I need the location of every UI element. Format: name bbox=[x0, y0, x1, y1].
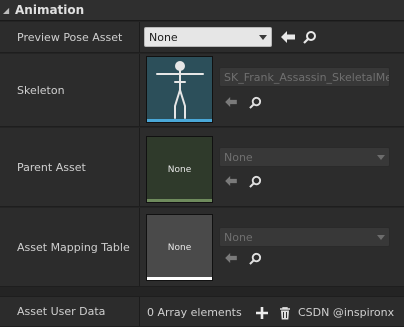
browse-magnifier-icon[interactable] bbox=[247, 94, 263, 110]
details-panel: ◢ Animation Preview Pose Asset None Skel… bbox=[0, 0, 404, 327]
chevron-down-icon bbox=[377, 155, 385, 160]
browse-magnifier-icon[interactable] bbox=[247, 173, 263, 189]
mapping-table-thumbnail[interactable]: None bbox=[146, 214, 213, 281]
parent-asset-label: Parent Asset bbox=[17, 160, 86, 174]
skeleton-row: Skeleton SK_Frank_Assassin_SkeletalMe bbox=[0, 54, 404, 127]
use-selected-arrow-icon[interactable] bbox=[223, 173, 239, 189]
use-selected-arrow-icon[interactable] bbox=[223, 94, 239, 110]
preview-pose-label: Preview Pose Asset bbox=[17, 30, 123, 44]
use-selected-arrow-icon[interactable] bbox=[280, 29, 296, 45]
section-title: Animation bbox=[15, 3, 85, 17]
watermark-text: CSDN @inspironx bbox=[298, 306, 395, 319]
column-divider[interactable] bbox=[139, 297, 140, 326]
array-count: 0 Array elements bbox=[147, 306, 242, 319]
add-plus-icon[interactable] bbox=[254, 305, 270, 321]
mapping-table-thumb-text: None bbox=[167, 242, 192, 253]
skeleton-figure-icon bbox=[155, 60, 204, 119]
chevron-down-icon bbox=[377, 235, 385, 240]
column-divider[interactable] bbox=[139, 54, 140, 126]
user-data-label: Asset User Data bbox=[17, 305, 106, 318]
mapping-table-combo[interactable]: None bbox=[219, 227, 390, 247]
parent-asset-thumbnail[interactable]: None bbox=[146, 136, 213, 203]
asset-type-bar bbox=[147, 277, 212, 280]
skeleton-combo[interactable]: SK_Frank_Assassin_SkeletalMe bbox=[219, 67, 390, 87]
chevron-down-icon bbox=[259, 35, 267, 40]
user-data-row: Asset User Data 0 Array elements CSDN @i… bbox=[0, 296, 404, 327]
skeleton-thumbnail[interactable] bbox=[146, 56, 213, 123]
column-divider[interactable] bbox=[139, 128, 140, 206]
preview-pose-combo[interactable]: None bbox=[144, 27, 272, 47]
skeleton-value: SK_Frank_Assassin_SkeletalMe bbox=[224, 70, 390, 84]
preview-pose-value: None bbox=[149, 30, 178, 44]
parent-asset-value: None bbox=[224, 150, 253, 164]
browse-magnifier-icon[interactable] bbox=[302, 29, 318, 45]
browse-magnifier-icon[interactable] bbox=[247, 250, 263, 266]
asset-type-bar bbox=[147, 199, 212, 202]
use-selected-arrow-icon[interactable] bbox=[223, 250, 239, 266]
column-divider[interactable] bbox=[139, 22, 140, 52]
section-header[interactable]: ◢ Animation bbox=[0, 0, 404, 21]
preview-pose-row: Preview Pose Asset None bbox=[0, 22, 404, 53]
parent-asset-thumb-text: None bbox=[167, 164, 192, 175]
parent-asset-combo[interactable]: None bbox=[219, 147, 390, 167]
delete-trash-icon[interactable] bbox=[277, 305, 293, 321]
parent-asset-row: Parent Asset None None bbox=[0, 128, 404, 207]
column-divider[interactable] bbox=[139, 208, 140, 286]
collapse-arrow-icon[interactable]: ◢ bbox=[3, 6, 15, 15]
mapping-table-label: Asset Mapping Table bbox=[17, 240, 130, 254]
mapping-table-row: Asset Mapping Table None None bbox=[0, 208, 404, 287]
skeleton-label: Skeleton bbox=[17, 83, 65, 97]
asset-type-bar bbox=[147, 119, 212, 122]
mapping-table-value: None bbox=[224, 230, 253, 244]
